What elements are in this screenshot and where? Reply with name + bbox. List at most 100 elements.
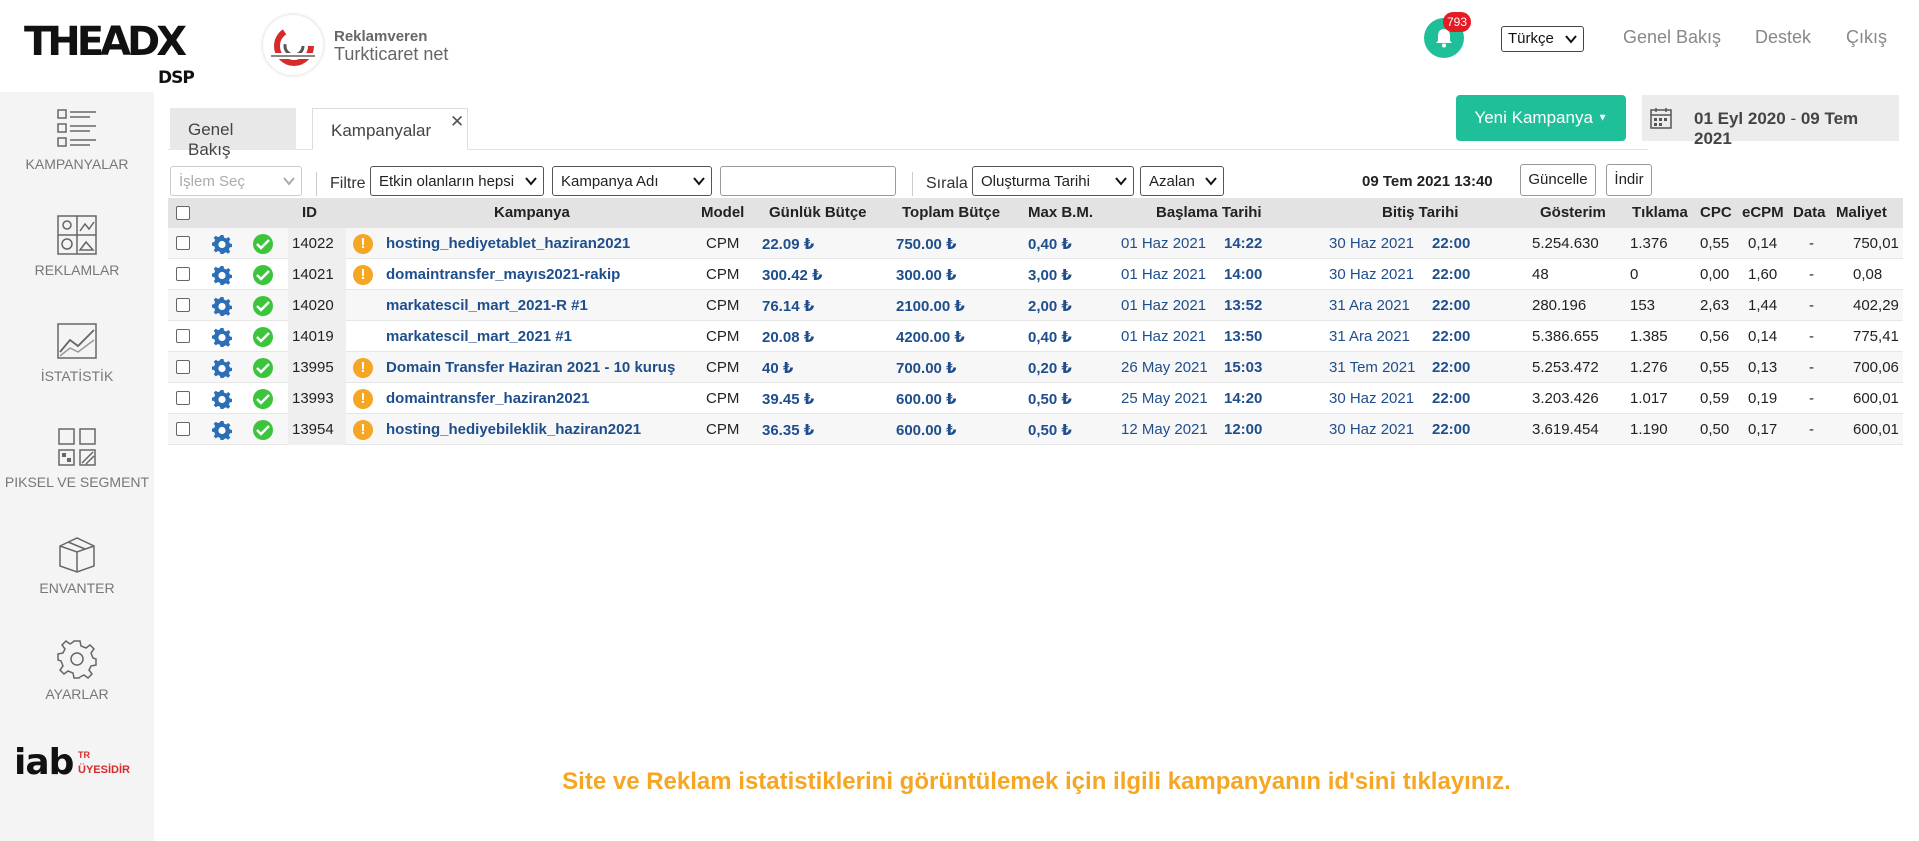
campaign-name-link[interactable]: hosting_hediyetablet_haziran2021 [386,235,630,252]
active-status-icon [253,420,273,440]
nav-support-link[interactable]: Destek [1755,27,1811,48]
column-header-daily-budget[interactable]: Günlük Bütçe [769,204,867,221]
campaign-id-link[interactable]: 14022 [292,235,334,252]
campaign-id-link[interactable]: 14021 [292,266,334,283]
column-header-max-bid[interactable]: Max B.M. [1028,204,1093,221]
daily-budget-cell: 76.14 ₺ [762,298,815,315]
nav-logout-link[interactable]: Çıkış [1846,27,1887,48]
column-header-model[interactable]: Model [701,204,744,221]
close-icon[interactable]: ✕ [450,112,464,132]
row-checkbox[interactable] [176,391,190,405]
campaign-id-link[interactable]: 14020 [292,297,334,314]
sort-select[interactable]: Oluşturma Tarihi [972,166,1134,196]
cost-cell: 700,06 [1853,359,1899,376]
column-header-total-budget[interactable]: Toplam Bütçe [902,204,1000,221]
end-time-cell: 22:00 [1432,328,1471,345]
date-range-picker[interactable]: 01 Eyl 2020 - 09 Tem 2021 [1642,95,1899,148]
advertiser-name: Turkticaret net [334,44,449,64]
sidebar-label-statistics: İSTATİSTİK [40,368,114,384]
start-time-cell: 15:03 [1224,359,1263,376]
model-cell: CPM [706,328,740,345]
cost-cell: 600,01 [1853,390,1899,407]
row-checkbox[interactable] [176,360,190,374]
gear-icon[interactable] [212,327,232,352]
gear-icon[interactable] [212,358,232,383]
tab-overview[interactable]: Genel Bakış [170,108,296,159]
download-button[interactable]: İndir [1606,164,1652,196]
end-time-cell: 22:00 [1432,297,1471,314]
column-header-start-date[interactable]: Başlama Tarihi [1156,204,1262,221]
daily-budget-cell: 20.08 ₺ [762,329,815,346]
column-header-cpc[interactable]: CPC [1700,204,1732,221]
search-input[interactable] [720,166,896,196]
clicks-cell: 1.190 [1630,421,1668,438]
tab-campaigns[interactable]: Kampanyalar [312,108,468,150]
sidebar-item-statistics[interactable]: İSTATİSTİK [0,320,154,384]
row-checkbox[interactable] [176,298,190,312]
theadx-logo[interactable]: THEADX DSP [24,22,195,88]
max-bid-cell: 2,00 ₺ [1028,298,1072,315]
column-header-impressions[interactable]: Gösterim [1540,204,1606,221]
status-filter-value: Etkin olanların hepsi [379,173,515,190]
max-bid-cell: 3,00 ₺ [1028,267,1072,284]
campaign-id-link[interactable]: 13954 [292,421,334,438]
table-row: 13954! hosting_hediyebileklik_haziran2021… [168,414,1903,445]
ecpm-cell: 0,13 [1748,359,1778,376]
campaign-id-link[interactable]: 13993 [292,390,334,407]
refresh-button[interactable]: Güncelle [1520,164,1596,196]
campaigns-icon [57,109,96,147]
row-checkbox[interactable] [176,329,190,343]
chevron-down-icon [1115,177,1127,186]
daily-budget-cell: 40 ₺ [762,360,794,377]
language-select[interactable]: Türkçe [1501,26,1584,52]
column-header-campaign[interactable]: Kampanya [494,204,570,221]
field-select-value: Kampanya Adı [561,173,659,190]
column-header-end-date[interactable]: Bitiş Tarihi [1382,204,1458,221]
campaign-name-link[interactable]: Domain Transfer Haziran 2021 - 10 kuruş [386,359,675,376]
gear-icon[interactable] [212,420,232,445]
field-select[interactable]: Kampanya Adı [552,166,712,196]
data-cell: - [1809,235,1814,252]
gear-icon[interactable] [212,296,232,321]
row-checkbox[interactable] [176,236,190,250]
daily-budget-cell: 22.09 ₺ [762,236,815,253]
daily-budget-cell: 39.45 ₺ [762,391,815,408]
sidebar-label-ads: REKLAMLAR [34,262,120,278]
caret-down-icon: ▼ [1597,112,1608,124]
campaign-name-link[interactable]: domaintransfer_haziran2021 [386,390,589,407]
gear-icon[interactable] [212,265,232,290]
sidebar-item-ads[interactable]: REKLAMLAR [0,214,154,278]
column-header-data[interactable]: Data [1793,204,1826,221]
row-checkbox[interactable] [176,422,190,436]
clicks-cell: 1.376 [1630,235,1668,252]
status-filter-select[interactable]: Etkin olanların hepsi [370,166,544,196]
column-header-cost[interactable]: Maliyet [1836,204,1887,221]
campaign-id-link[interactable]: 13995 [292,359,334,376]
sidebar-label-inventory: ENVANTER [39,580,115,596]
campaign-name-link[interactable]: hosting_hediyebileklik_haziran2021 [386,421,641,438]
column-header-clicks[interactable]: Tıklama [1632,204,1688,221]
action-select[interactable]: İşlem Seç [170,166,302,196]
sidebar-item-campaigns[interactable]: KAMPANYALAR [0,108,154,172]
nav-overview-link[interactable]: Genel Bakış [1623,27,1721,48]
row-checkbox[interactable] [176,267,190,281]
order-select[interactable]: Azalan [1140,166,1224,196]
new-campaign-button[interactable]: Yeni Kampanya ▼ [1456,95,1626,141]
column-header-id[interactable]: ID [302,204,317,221]
active-status-icon [253,327,273,347]
start-date-cell: 12 May 2021 [1121,421,1208,438]
gear-icon[interactable] [212,234,232,259]
cost-cell: 0,08 [1853,266,1883,283]
sidebar-item-settings[interactable]: AYARLAR [0,638,154,702]
campaign-name-link[interactable]: markatescil_mart_2021 #1 [386,328,572,345]
select-all-checkbox[interactable] [176,206,190,220]
sidebar-item-pixel-segment[interactable]: PIKSEL VE SEGMENT [0,426,154,490]
column-header-ecpm[interactable]: eCPM [1742,204,1784,221]
table-row: 13995! Domain Transfer Haziran 2021 - 10 … [168,352,1903,383]
campaign-id-link[interactable]: 14019 [292,328,334,345]
sidebar-item-inventory[interactable]: ENVANTER [0,532,154,596]
campaign-name-link[interactable]: domaintransfer_mayıs2021-rakip [386,266,620,283]
campaign-name-link[interactable]: markatescil_mart_2021-R #1 [386,297,588,314]
gear-icon[interactable] [212,389,232,414]
end-time-cell: 22:00 [1432,390,1471,407]
